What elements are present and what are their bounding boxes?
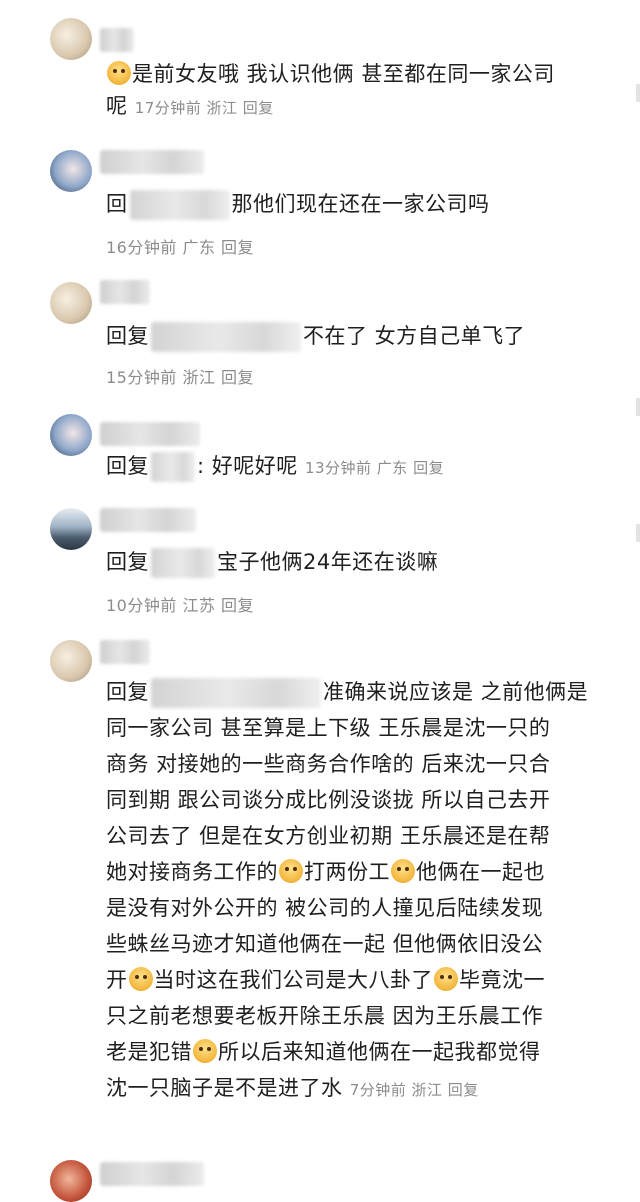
username-blurred[interactable] (100, 28, 134, 52)
reply-target-blurred[interactable] (151, 322, 301, 352)
username-blurred[interactable] (100, 508, 196, 532)
smiling-dog-emoji-icon (279, 859, 303, 883)
girl-avatar[interactable] (50, 414, 92, 456)
girl-avatar[interactable] (50, 150, 92, 192)
mountain-avatar[interactable] (50, 508, 92, 550)
reply-target-blurred[interactable] (151, 452, 195, 482)
comment-text: 回复 不在了 女方自己单飞了 (106, 320, 620, 352)
comment-text: 是前女友哦 我认识他俩 甚至都在同一家公司 呢 17分钟前 浙江 回复 (106, 61, 555, 118)
comment-text: 回复: 好呢好呢 13分钟前 广东 回复 (106, 450, 620, 484)
comment-meta[interactable]: 15分钟前 浙江 回复 (106, 364, 254, 388)
smiling-dog-emoji-icon (107, 61, 131, 85)
comment-meta[interactable]: 13分钟前 广东 回复 (305, 459, 444, 477)
reply-target-blurred[interactable] (151, 678, 321, 708)
dog-avatar[interactable] (50, 282, 92, 324)
edge-divider (636, 524, 640, 542)
comment-meta[interactable]: 16分钟前 广东 回复 (106, 234, 254, 258)
comment-text: 回那他们现在还在一家公司吗 (106, 188, 620, 220)
username-blurred[interactable] (100, 1162, 204, 1186)
username-blurred[interactable] (100, 280, 150, 304)
username-blurred[interactable] (100, 150, 204, 174)
username-blurred[interactable] (100, 422, 200, 446)
comment-text: 回复 宝子他俩24年还在谈嘛 (106, 546, 620, 578)
comment-meta[interactable]: 10分钟前 江苏 回复 (106, 592, 254, 616)
red-avatar[interactable] (50, 1160, 92, 1202)
dog-avatar[interactable] (50, 18, 92, 60)
smiling-dog-emoji-icon (193, 1039, 217, 1063)
smiling-dog-emoji-icon (128, 967, 153, 991)
edge-divider (636, 398, 640, 416)
reply-target-blurred[interactable] (151, 548, 215, 578)
dog-avatar[interactable] (50, 640, 92, 682)
username-blurred[interactable] (100, 640, 150, 664)
comment-meta[interactable]: 17分钟前 浙江 回复 (135, 99, 274, 117)
comment-meta[interactable]: 7分钟前 浙江 回复 (350, 1081, 479, 1099)
edge-divider (636, 84, 640, 102)
reply-target-blurred[interactable] (129, 190, 230, 220)
smiling-dog-emoji-icon (391, 859, 415, 883)
smiling-dog-emoji-icon (434, 967, 458, 991)
comment-text: 回复 准确来说应该是 之前他俩是 同一家公司 甚至算是上下级 王乐晨是沈一只的 商… (106, 678, 589, 1100)
